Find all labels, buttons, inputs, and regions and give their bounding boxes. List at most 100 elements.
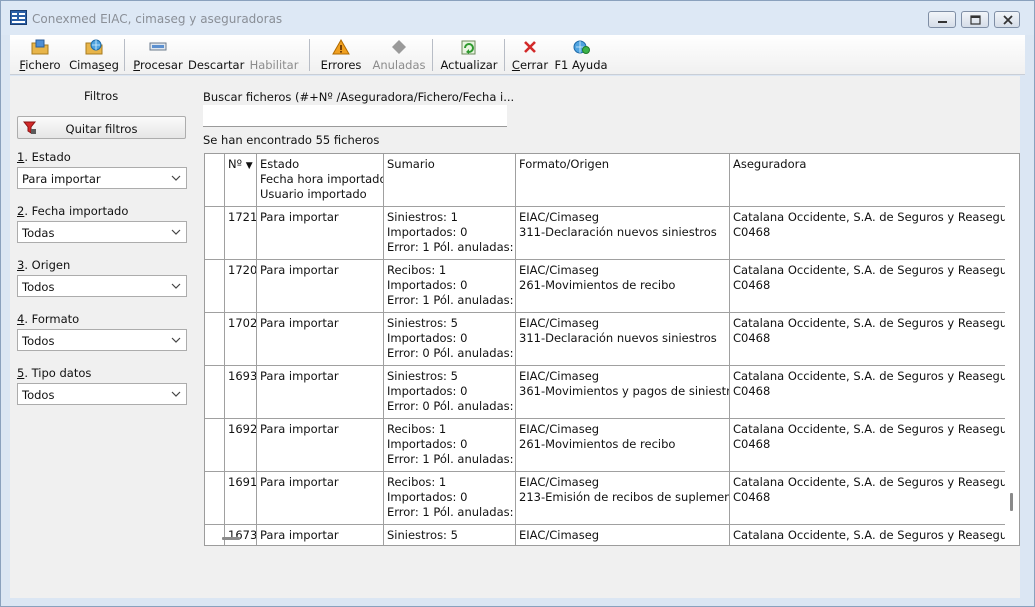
sort-desc-icon: ▼: [245, 161, 253, 171]
minimize-button[interactable]: [928, 11, 956, 28]
refresh-icon: [461, 40, 476, 55]
close-window-button[interactable]: [994, 11, 1020, 28]
maximize-button[interactable]: [961, 11, 989, 28]
cell-aseguradora: Catalana Occidente, S.A. de Seguros y Re…: [733, 210, 1005, 239]
cell-num: 1721: [225, 207, 257, 259]
warning-icon: [332, 38, 350, 55]
ayuda-button[interactable]: F1 Ayuda: [553, 38, 609, 72]
toolbar-separator: [504, 39, 505, 71]
window-title: Conexmed EIAC, cimaseg y aseguradoras: [32, 12, 283, 26]
actualizar-button[interactable]: Actualizar: [440, 38, 498, 72]
cell-aseguradora: Catalana Occidente, S.A. de Seguros y Re…: [733, 475, 1005, 504]
horizontal-scroll-thumb[interactable]: [222, 537, 240, 540]
cell-sumario: Recibos: 1 Importados: 0 Error: 1 Pól. anu…: [384, 260, 516, 312]
cell-estado: Para importar: [257, 472, 384, 524]
header-estado[interactable]: Estado Fecha hora importado Usuario impo…: [257, 154, 384, 207]
process-icon: [149, 42, 167, 51]
cell-sumario: Recibos: 1 Importados: 0 Error: 1 Pól. anu…: [384, 419, 516, 471]
filter-label-origen: 3. Origen: [17, 258, 71, 272]
toolbar-separator: [309, 39, 310, 71]
results-count: Se han encontrado 55 ficheros: [203, 133, 380, 147]
toolbar-separator: [432, 39, 433, 71]
app-window: Conexmed EIAC, cimaseg y aseguradoras Fi…: [0, 0, 1035, 607]
chevron-down-icon: [171, 175, 181, 181]
header-formato[interactable]: Formato/Origen: [516, 154, 730, 207]
row-indicator: [205, 366, 225, 418]
folder-open-icon: [31, 39, 49, 55]
vertical-scrollbar[interactable]: [1005, 154, 1019, 545]
cell-aseguradora: Catalana Occidente, S.A. de Seguros y Re…: [733, 369, 1005, 398]
cell-formato: EIAC/Cimaseg 261-Movimientos de recibo: [516, 260, 730, 312]
table-row[interactable]: 1721 Para importar Siniestros: 1 Importados…: [205, 207, 1005, 260]
discard-icon: [188, 38, 244, 56]
cell-sumario: Siniestros: 5Importados: 0Error: 0 Pól. …: [384, 366, 516, 418]
cell-sumario: Siniestros: 1 Importados: 0 Error: 1 Pól. …: [384, 207, 516, 259]
minimize-icon: [938, 21, 947, 23]
header-indicator: [205, 154, 225, 207]
filters-title: Filtros: [84, 89, 119, 103]
search-input[interactable]: [203, 105, 507, 127]
fecha-select[interactable]: Todas: [17, 221, 187, 243]
cell-sumario: Siniestros: 5Importados: 0Error: 0 Pól. …: [384, 313, 516, 365]
title-bar: Conexmed EIAC, cimaseg y aseguradoras: [1, 1, 1034, 35]
cell-formato: EIAC/Cimaseg361-Movimientos y pagos de s…: [516, 366, 730, 418]
filter-label-estado: 1. Estado: [17, 150, 71, 164]
tipo-datos-select[interactable]: Todos: [17, 383, 187, 405]
fichero-button[interactable]: Fichero: [14, 38, 66, 72]
folder-globe-icon: [85, 39, 103, 55]
close-x-icon: [524, 41, 536, 53]
table-row[interactable]: 1720 Para importar Recibos: 1 Importados: 0…: [205, 260, 1005, 313]
cell-formato: EIAC/Cimaseg 261-Movimientos de recibo: [516, 419, 730, 471]
cell-num: 1691: [225, 472, 257, 524]
chevron-down-icon: [171, 391, 181, 397]
cimaseg-button[interactable]: Cimaseg: [68, 38, 120, 72]
filter-label-formato: 4. Formato: [17, 312, 80, 326]
close-icon: [1003, 15, 1013, 25]
table-row[interactable]: 1693 Para importar Siniestros: 5 Importados…: [205, 366, 1005, 419]
restore-icon: [970, 15, 981, 25]
cell-num: 1673: [225, 525, 257, 545]
clear-filters-button[interactable]: Quitar filtros: [17, 116, 186, 139]
anuladas-button[interactable]: Anuladas: [372, 38, 426, 72]
cell-formato: EIAC/Cimaseg 213-Emisión de recibos de su…: [516, 472, 730, 524]
cell-estado: Para importar: [257, 525, 384, 545]
table-row[interactable]: 1692 Para importar Recibos: 1 Importados: 0…: [205, 419, 1005, 472]
cell-aseguradora: Catalana Occidente, S.A. de Seguros y Re…: [733, 422, 1005, 451]
toolbar-separator: [124, 39, 125, 71]
header-aseguradora[interactable]: Aseguradora: [730, 154, 1005, 207]
chevron-down-icon: [171, 229, 181, 235]
filter-label-fecha: 2. Fecha importado: [17, 204, 129, 218]
client-area: Filtros Quitar filtros 1. Estado Para im…: [10, 76, 1020, 598]
cell-estado: Para importar: [257, 260, 384, 312]
procesar-button[interactable]: Procesar: [131, 38, 185, 72]
table-row[interactable]: 1673Para importarSiniestros: 5Importados…: [205, 525, 1005, 545]
cell-sumario: Recibos: 1 Importados: 0 Error: 1 Pól. anu…: [384, 472, 516, 524]
cell-sumario: Siniestros: 5Importados: 0Error: 0 Pól. …: [384, 525, 516, 545]
cell-num: 1692: [225, 419, 257, 471]
header-sumario[interactable]: Sumario: [384, 154, 516, 207]
table-row[interactable]: 1702 Para importar Siniestros: 5 Importados…: [205, 313, 1005, 366]
search-label: Buscar ficheros (#+Nº /Aseguradora/Fiche…: [203, 90, 515, 104]
row-indicator: [205, 260, 225, 312]
diamond-icon: [392, 40, 406, 54]
cell-estado: Para importar: [257, 207, 384, 259]
estado-select[interactable]: Para importar: [17, 167, 187, 189]
files-grid: Nº ▼ Estado Fecha hora importado Usuario…: [204, 153, 1020, 546]
cell-num: 1693: [225, 366, 257, 418]
row-indicator: [205, 525, 225, 545]
cell-formato: EIAC/Cimaseg 311-Declaración nuevos sinie…: [516, 207, 730, 259]
cerrar-button[interactable]: Cerrar: [511, 38, 549, 72]
row-indicator: [205, 313, 225, 365]
origen-select[interactable]: Todos: [17, 275, 187, 297]
formato-select[interactable]: Todos: [17, 329, 187, 351]
header-num[interactable]: Nº ▼: [225, 154, 257, 207]
habilitar-button[interactable]: Habilitar: [248, 38, 300, 72]
row-indicator: [205, 207, 225, 259]
descartar-button[interactable]: Descartar: [188, 38, 244, 72]
enable-icon: [248, 38, 300, 56]
table-row[interactable]: 1691 Para importar Recibos: 1 Importados: 0…: [205, 472, 1005, 525]
errores-button[interactable]: Errores: [318, 38, 364, 72]
cell-num: 1702: [225, 313, 257, 365]
app-icon: [10, 10, 27, 25]
vertical-scroll-thumb[interactable]: [1010, 493, 1013, 511]
